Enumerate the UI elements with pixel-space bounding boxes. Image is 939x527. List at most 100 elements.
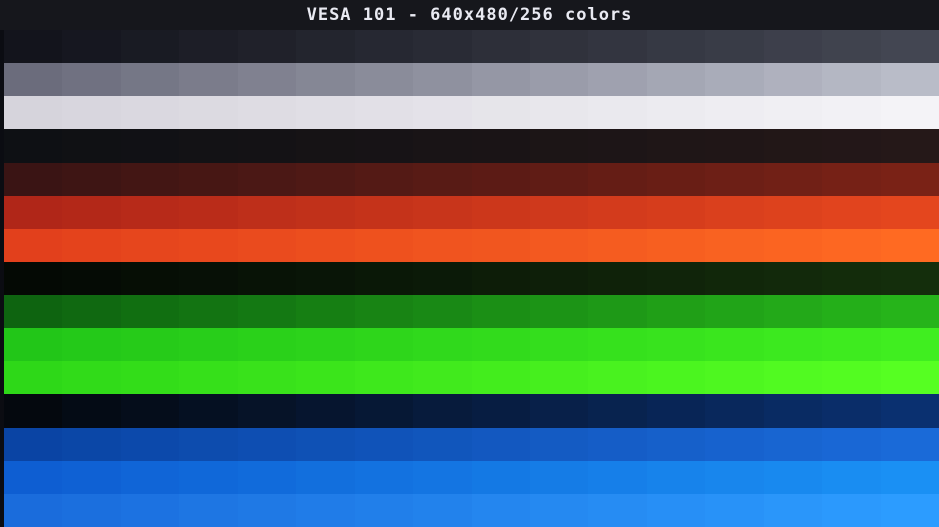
palette-cell	[529, 195, 589, 229]
palette-cell	[354, 195, 414, 229]
palette-cell	[4, 228, 63, 262]
palette-cell	[296, 493, 355, 527]
palette-cell	[471, 63, 530, 97]
palette-cell	[296, 394, 355, 428]
palette-cell	[4, 295, 63, 329]
palette-band-green-light	[4, 361, 939, 395]
palette-cell	[354, 129, 414, 163]
palette-cell	[237, 328, 297, 362]
palette-cell	[296, 427, 355, 461]
palette-cell	[120, 129, 180, 163]
title-bar: VESA 101 - 640x480/256 colors	[0, 0, 939, 30]
palette-band-red-bright	[4, 228, 939, 262]
palette-band-red-mid	[4, 195, 939, 229]
palette-cell	[4, 493, 63, 527]
palette-cell	[588, 427, 647, 461]
palette-cell	[880, 162, 939, 196]
palette-cell	[705, 195, 764, 229]
palette-cell	[822, 195, 881, 229]
palette-cell	[646, 162, 706, 196]
palette-cell	[763, 30, 823, 64]
palette-cell	[588, 96, 647, 130]
palette-cell	[120, 228, 180, 262]
palette-cell	[705, 96, 764, 130]
palette-cell	[880, 261, 939, 295]
palette-cell	[880, 195, 939, 229]
palette-cell	[354, 295, 414, 329]
palette-cell	[4, 261, 63, 295]
palette-cell	[588, 261, 647, 295]
palette-cell	[179, 394, 238, 428]
palette-cell	[354, 63, 414, 97]
palette-cell	[413, 228, 472, 262]
palette-cell	[822, 328, 881, 362]
palette-cell	[237, 394, 297, 428]
palette-cell	[822, 228, 881, 262]
palette-cell	[588, 295, 647, 329]
palette-cell	[763, 63, 823, 97]
palette-cell	[588, 63, 647, 97]
palette-cell	[529, 295, 589, 329]
palette-cell	[529, 30, 589, 64]
palette-cell	[296, 261, 355, 295]
palette-cell	[354, 361, 414, 395]
palette-cell	[62, 493, 121, 527]
palette-cell	[354, 460, 414, 494]
palette-band-blue-light	[4, 493, 939, 527]
palette-cell	[120, 195, 180, 229]
palette-cell	[354, 328, 414, 362]
palette-cell	[62, 328, 121, 362]
palette-cell	[471, 261, 530, 295]
palette-cell	[237, 96, 297, 130]
palette-cell	[354, 30, 414, 64]
palette-cell	[471, 394, 530, 428]
palette-cell	[822, 427, 881, 461]
palette-cell	[179, 63, 238, 97]
palette-cell	[646, 96, 706, 130]
palette-cell	[62, 427, 121, 461]
palette-cell	[413, 30, 472, 64]
palette-cell	[4, 63, 63, 97]
palette-cell	[237, 295, 297, 329]
palette-cell	[880, 295, 939, 329]
palette-cell	[588, 195, 647, 229]
palette-cell	[296, 328, 355, 362]
palette-cell	[120, 361, 180, 395]
palette-band-green-bright	[4, 328, 939, 362]
palette-cell	[413, 427, 472, 461]
palette-cell	[471, 228, 530, 262]
palette-cell	[179, 162, 238, 196]
palette-cell	[179, 228, 238, 262]
palette-cell	[529, 129, 589, 163]
palette-cell	[4, 162, 63, 196]
palette-cell	[529, 493, 589, 527]
palette-cell	[471, 129, 530, 163]
palette-cell	[471, 30, 530, 64]
palette-cell	[4, 30, 63, 64]
palette-cell	[413, 261, 472, 295]
palette-cell	[763, 328, 823, 362]
palette-cell	[296, 460, 355, 494]
palette-cell	[354, 228, 414, 262]
palette-band-red-mid-dark	[4, 162, 939, 196]
palette-cell	[62, 295, 121, 329]
palette-cell	[880, 394, 939, 428]
palette-band-blue-dark	[4, 394, 939, 428]
palette-cell	[120, 162, 180, 196]
palette-cell	[237, 63, 297, 97]
palette-cell	[763, 261, 823, 295]
palette-cell	[237, 195, 297, 229]
palette-cell	[413, 493, 472, 527]
palette-cell	[4, 460, 63, 494]
palette-cell	[413, 63, 472, 97]
palette-cell	[120, 295, 180, 329]
palette-cell	[588, 129, 647, 163]
palette-cell	[62, 361, 121, 395]
palette-cell	[179, 460, 238, 494]
palette-cell	[237, 129, 297, 163]
palette-cell	[354, 96, 414, 130]
palette-cell	[62, 228, 121, 262]
palette-cell	[62, 30, 121, 64]
palette-cell	[646, 30, 706, 64]
palette-cell	[822, 96, 881, 130]
